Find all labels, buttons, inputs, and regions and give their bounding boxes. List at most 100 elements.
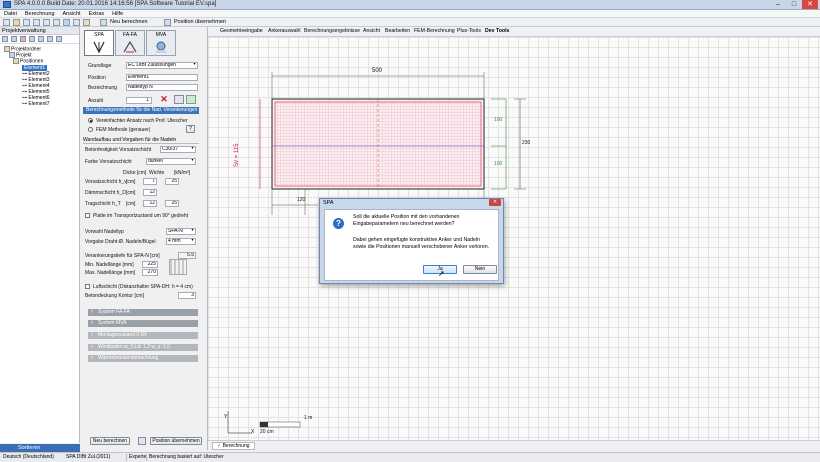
fa-fa-anchor-icon xyxy=(123,40,137,53)
method-utescher-label[interactable]: Vereinfachter Ansatz nach Prof. Utescher xyxy=(96,118,187,124)
new-folder-icon[interactable] xyxy=(2,36,8,42)
apply-position-button[interactable]: Position übernehmen xyxy=(150,437,202,445)
tab-berechnung[interactable]: ✓ Berechnung xyxy=(212,442,255,450)
apply-position-icon[interactable] xyxy=(164,19,171,26)
delete-position-icon[interactable]: ✕ xyxy=(159,95,169,104)
mva-anchor-icon xyxy=(156,41,166,53)
title-bar: SPA 4.0.0.0 Build Date: 20.01.2016 14:16… xyxy=(0,0,820,10)
new-calc-button[interactable]: Neu berechnen xyxy=(90,437,130,445)
tab-fa-fa[interactable]: FA-FA xyxy=(115,30,145,56)
up-icon[interactable] xyxy=(47,36,53,42)
project-panel: Projektverwaltung Projektordner Projekt … xyxy=(0,27,80,443)
tree-item-element7[interactable]: ⊶ Element7 xyxy=(22,101,50,107)
ribbon-ankerauswahl[interactable]: Ankerauswahl xyxy=(268,28,301,35)
scale-label: 1 m xyxy=(304,415,313,421)
menu-berechnung[interactable]: Berechnung xyxy=(21,10,59,18)
save-as-icon[interactable] xyxy=(33,19,40,26)
mouse-cursor-icon: ➚ xyxy=(438,269,445,278)
close-button[interactable]: ✕ xyxy=(802,0,818,9)
group-waermebruecken[interactable]: Wärmebrückenbetrachtung xyxy=(88,355,198,362)
grundlage-label: Grundlage xyxy=(88,63,112,69)
down-icon[interactable] xyxy=(56,36,62,42)
transport-checkbox[interactable] xyxy=(85,213,90,218)
farbe-select[interactable]: dunkel xyxy=(146,158,196,165)
menu-datei[interactable]: Datei xyxy=(0,10,21,18)
ribbon-geometrieeingabe[interactable]: Geometrieeingabe xyxy=(220,28,263,35)
vtiefe-input[interactable]: 5.5 xyxy=(178,252,196,259)
dialog-info-line2: sowie die Positionen manuell verschobene… xyxy=(353,244,490,250)
add-position-icon[interactable] xyxy=(186,95,196,104)
trag-wichte-input[interactable]: 25 xyxy=(165,200,179,207)
open-folder-icon[interactable] xyxy=(13,19,20,26)
calculate-icon[interactable] xyxy=(100,19,107,26)
nadeltyp-select[interactable]: SPA-N xyxy=(166,228,196,235)
menu-hilfe[interactable]: Hilfe xyxy=(108,10,127,18)
ribbon-dev-tools[interactable]: Dev Tools xyxy=(485,28,509,35)
sort-button[interactable]: Sortieren xyxy=(0,444,80,452)
method-help-button[interactable]: ? xyxy=(186,125,195,133)
folder-icon[interactable] xyxy=(11,36,17,42)
tab-mva[interactable]: MVA xyxy=(146,30,176,56)
copy-position-icon[interactable] xyxy=(174,95,184,104)
save-icon[interactable] xyxy=(23,19,30,26)
dialog-close-button[interactable]: ✕ xyxy=(489,199,501,206)
ribbon-bearbeiten[interactable]: Bearbeiten xyxy=(385,28,410,35)
vorsatz-label: Vorsatzschicht h_v xyxy=(85,179,127,185)
maximize-button[interactable]: □ xyxy=(786,0,802,9)
help-icon[interactable] xyxy=(83,19,90,26)
position-input[interactable]: Element1 xyxy=(126,74,198,81)
ribbon-berechnungsergebnisse[interactable]: Berechnungsergebnisse xyxy=(304,28,360,35)
ribbon-fem-berechnung[interactable]: FEM-Berechnung xyxy=(414,28,455,35)
bezeichnung-label: Bezeichnung xyxy=(88,85,117,91)
group-system-mva[interactable]: System MVA xyxy=(88,320,198,327)
farbe-value: dunkel xyxy=(148,158,163,164)
question-icon: ? xyxy=(333,218,344,229)
dialog-no-button[interactable]: Nein xyxy=(463,265,497,274)
group-montagezustand[interactable]: Montagezustand 0 kN xyxy=(88,332,198,339)
drawing-canvas[interactable]: 500 100 100 230 Sv = 115 120 1 m 20 cm Y… xyxy=(208,37,820,440)
luftschicht-label[interactable]: Luftschicht (Distanzhalter SPA-DH: h = 4… xyxy=(93,284,193,290)
toolbar: Neu berechnen Position übernehmen xyxy=(0,18,820,27)
settings-icon[interactable] xyxy=(73,19,80,26)
ribbon-plus-tools[interactable]: Plus-Tools xyxy=(457,28,481,35)
minimize-button[interactable]: – xyxy=(770,0,786,9)
bezeichnung-input[interactable]: Nadeltyp N xyxy=(126,84,198,91)
maxlen-label: Max. Nadellänge [mm] xyxy=(85,270,136,276)
tree-item-positionen[interactable]: Positionen xyxy=(13,58,43,64)
delete-icon[interactable] xyxy=(20,36,26,42)
luftschicht-checkbox[interactable] xyxy=(85,284,90,289)
menu-ansicht[interactable]: Ansicht xyxy=(59,10,85,18)
copy-icon[interactable] xyxy=(29,36,35,42)
maxlen-input[interactable]: 270 xyxy=(142,269,158,276)
vorsatz-wichte-input[interactable]: 25 xyxy=(165,178,179,185)
print-preview-icon[interactable] xyxy=(53,19,60,26)
toolbar-apply-position-button[interactable]: Position übernehmen xyxy=(174,19,226,26)
dialog-title: SPA xyxy=(323,200,334,206)
position-label: Position xyxy=(88,75,106,81)
print-icon[interactable] xyxy=(43,19,50,26)
ribbon-bar: Geometrieeingabe Ankerauswahl Berechnung… xyxy=(208,27,820,37)
transport-label[interactable]: Platte im Transportzustand um 90° gedreh… xyxy=(93,213,188,219)
new-file-icon[interactable] xyxy=(3,19,10,26)
draht-select[interactable]: 4 mm xyxy=(166,238,196,245)
group-windlasten[interactable]: Windlasten w_0,Ld: 1,2 w_s: 1,0 xyxy=(88,344,198,351)
paste-icon[interactable] xyxy=(38,36,44,42)
dim-right-top-label: 100 xyxy=(494,117,503,123)
daemm-dicke-input[interactable]: 12 xyxy=(143,189,157,196)
method-utescher-radio[interactable] xyxy=(88,118,93,123)
grundlage-select[interactable]: EC DIBt Zulassungen xyxy=(126,62,198,69)
group-system-fa-fa[interactable]: System FA-FA xyxy=(88,309,198,316)
kontur-input[interactable]: 3 xyxy=(178,292,196,299)
method-fem-label[interactable]: FEM Methode (genauer) xyxy=(96,127,150,133)
method-fem-radio[interactable] xyxy=(88,127,93,132)
minlen-input[interactable]: 225 xyxy=(142,261,158,268)
menu-extras[interactable]: Extras xyxy=(85,10,109,18)
trag-dicke-input[interactable]: 12 xyxy=(143,200,157,207)
anzahl-input[interactable]: 1 xyxy=(126,97,152,104)
beton-select[interactable]: C30/37 xyxy=(160,146,196,153)
tab-spa[interactable]: SPA xyxy=(84,30,114,56)
vorsatz-dicke-input[interactable]: 7 xyxy=(143,178,157,185)
ribbon-ansicht[interactable]: Ansicht xyxy=(363,28,380,35)
window-icon[interactable] xyxy=(63,19,70,26)
toolbar-new-calc-button[interactable]: Neu berechnen xyxy=(110,19,148,26)
